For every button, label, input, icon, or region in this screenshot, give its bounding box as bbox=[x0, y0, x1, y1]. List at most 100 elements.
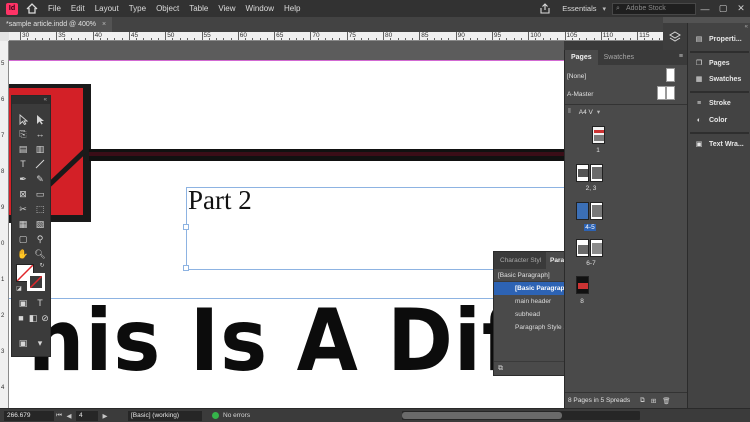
prev-page-icon[interactable]: ◀ bbox=[64, 412, 74, 420]
type-tool-icon[interactable]: T bbox=[16, 157, 30, 171]
formatting-container-icon[interactable]: ▣ bbox=[16, 296, 30, 310]
note-tool-icon[interactable]: ▢ bbox=[16, 232, 30, 246]
rectangle-tool-icon[interactable]: ▭ bbox=[33, 187, 47, 201]
content-collector-icon[interactable]: ▤ bbox=[16, 142, 30, 156]
swap-fill-stroke-icon[interactable]: ↻ bbox=[37, 261, 47, 269]
delete-page-icon[interactable]: 🗑︎ bbox=[662, 397, 670, 405]
dock-text-wrap[interactable]: ▣ Text Wra... bbox=[688, 136, 750, 152]
page-thumbnail-4[interactable] bbox=[576, 202, 589, 220]
tab-character-styles[interactable]: Character Styl bbox=[494, 257, 546, 264]
pencil-tool-icon[interactable]: ✎ bbox=[33, 172, 47, 186]
gap-tool-icon[interactable]: ↔ bbox=[33, 127, 47, 141]
dock-pages[interactable]: ❐ Pages bbox=[688, 55, 750, 71]
horizontal-ruler[interactable]: 30 35 40 45 50 55 60 65 70 75 80 85 90 95 100 105 110 115 bbox=[9, 32, 663, 41]
default-fill-stroke-icon[interactable]: ◪ bbox=[14, 284, 24, 292]
zoom-level-field[interactable]: 266.679 bbox=[4, 410, 54, 421]
formatting-text-icon[interactable]: T bbox=[33, 296, 47, 310]
vertical-ruler[interactable]: 5 6 7 8 9 0 1 2 3 4 bbox=[0, 41, 9, 408]
maximize-button[interactable]: ▢ bbox=[714, 0, 732, 17]
page-thumbnail-7[interactable] bbox=[590, 239, 603, 257]
close-window-button[interactable]: ✕ bbox=[732, 0, 750, 17]
dock-text-wrap-label: Text Wra... bbox=[709, 140, 744, 148]
dock-swatches[interactable]: ▦ Swatches bbox=[688, 71, 750, 87]
menu-file[interactable]: File bbox=[48, 4, 61, 13]
pages-panel-tabs: Pages Swatches bbox=[565, 50, 687, 65]
master-a-right-thumbnail[interactable] bbox=[666, 86, 675, 100]
document-tab[interactable]: *sample article.indd @ 400% × bbox=[0, 17, 113, 32]
screen-mode-icon[interactable]: ▣ bbox=[16, 336, 30, 350]
pen-tool-icon[interactable]: ✒ bbox=[16, 172, 30, 186]
first-page-icon[interactable]: ⏮ bbox=[54, 412, 64, 420]
horizontal-scrollbar[interactable] bbox=[402, 411, 640, 420]
free-transform-tool-icon[interactable]: ⬚ bbox=[33, 202, 47, 216]
hand-tool-icon[interactable]: ✋ bbox=[16, 247, 30, 261]
menu-layout[interactable]: Layout bbox=[95, 4, 119, 13]
home-icon[interactable] bbox=[24, 3, 40, 15]
master-none-row[interactable]: [None] bbox=[567, 67, 677, 85]
chevron-down-icon[interactable]: ▾ bbox=[602, 5, 606, 13]
master-a-left-thumbnail[interactable] bbox=[657, 86, 666, 100]
tab-paragraph-styles[interactable]: Para bbox=[546, 252, 565, 269]
dock-collapse[interactable]: « bbox=[688, 23, 750, 31]
panel-menu-icon[interactable]: ≡ bbox=[679, 53, 683, 60]
tools-panel-grip[interactable]: « bbox=[12, 96, 50, 104]
page-tool-icon[interactable]: ⎘ bbox=[16, 127, 30, 141]
chevron-down-icon[interactable]: ▾ bbox=[597, 108, 600, 116]
menu-edit[interactable]: Edit bbox=[71, 4, 85, 13]
apply-none-icon[interactable]: ⊘ bbox=[38, 311, 52, 325]
edit-page-size-icon[interactable]: ⧉ bbox=[640, 397, 645, 405]
menu-window[interactable]: Window bbox=[246, 4, 274, 13]
share-icon[interactable] bbox=[538, 3, 552, 15]
stroke-swatch[interactable] bbox=[27, 273, 45, 291]
menu-object[interactable]: Object bbox=[156, 4, 179, 13]
load-styles-icon[interactable]: ⧉ bbox=[498, 365, 503, 373]
page-thumbnail-5[interactable] bbox=[590, 202, 603, 220]
rectangle-frame-tool-icon[interactable]: ⊠ bbox=[16, 187, 30, 201]
zoom-tool-icon[interactable]: 🔍︎ bbox=[33, 247, 47, 261]
menu-view[interactable]: View bbox=[218, 4, 235, 13]
style-list-item[interactable]: Paragraph Style 1 bbox=[494, 321, 570, 334]
tab-pages[interactable]: Pages bbox=[565, 50, 598, 65]
ruler-origin[interactable] bbox=[0, 32, 9, 41]
menu-help[interactable]: Help bbox=[284, 4, 300, 13]
page-thumbnail-2[interactable] bbox=[576, 164, 589, 182]
line-tool-icon[interactable] bbox=[33, 157, 47, 171]
menu-table[interactable]: Table bbox=[189, 4, 208, 13]
scissors-tool-icon[interactable]: ✂ bbox=[16, 202, 30, 216]
direct-selection-tool-icon[interactable] bbox=[33, 112, 47, 126]
screen-mode-chevron-icon[interactable]: ▾ bbox=[33, 336, 47, 350]
style-list-item[interactable]: subhead bbox=[494, 308, 570, 321]
master-none-thumbnail[interactable] bbox=[666, 68, 675, 82]
subheading-text[interactable]: Part 2 bbox=[188, 185, 252, 216]
page-thumbnail-8[interactable] bbox=[576, 276, 589, 294]
eyedropper-tool-icon[interactable]: ⚲ bbox=[33, 232, 47, 246]
scrollbar-thumb[interactable] bbox=[402, 412, 562, 419]
page-size-row[interactable]: ⫴ A4 V ▾ bbox=[568, 108, 600, 116]
dock-stroke[interactable]: ≡ Stroke bbox=[688, 95, 750, 111]
dock-properties[interactable]: ▤ Properti... bbox=[688, 31, 750, 47]
page-thumbnail-1[interactable] bbox=[592, 126, 605, 144]
gradient-swatch-tool-icon[interactable]: ▦ bbox=[16, 217, 30, 231]
preflight-status-text[interactable]: No errors bbox=[223, 412, 250, 419]
minimize-button[interactable]: — bbox=[696, 0, 714, 17]
tab-swatches[interactable]: Swatches bbox=[598, 50, 640, 65]
new-page-icon[interactable]: ⊞ bbox=[651, 397, 656, 405]
frame-handle[interactable] bbox=[183, 224, 189, 230]
selection-tool-icon[interactable] bbox=[16, 112, 30, 126]
adobe-stock-search-input[interactable]: ⌕ Adobe Stock bbox=[612, 2, 696, 15]
menu-type[interactable]: Type bbox=[129, 4, 146, 13]
dock-toggle[interactable] bbox=[663, 23, 687, 50]
page-thumbnail-3[interactable] bbox=[590, 164, 603, 182]
page-thumbnail-6[interactable] bbox=[576, 239, 589, 257]
page-number-field[interactable]: 4 bbox=[76, 410, 98, 421]
workspace-switcher[interactable]: Essentials bbox=[562, 4, 596, 13]
dock-color[interactable]: ◐ Color bbox=[688, 112, 750, 128]
document-profile-field[interactable]: [Basic] (working) bbox=[128, 410, 202, 421]
frame-handle[interactable] bbox=[183, 265, 189, 271]
content-placer-icon[interactable]: ▥ bbox=[33, 142, 47, 156]
style-list-item[interactable]: main header bbox=[494, 295, 570, 308]
gradient-feather-tool-icon[interactable]: ▧ bbox=[33, 217, 47, 231]
style-list-item[interactable]: [Basic Paragraph bbox=[494, 282, 570, 295]
next-page-icon[interactable]: ▶ bbox=[100, 412, 110, 420]
close-tab-icon[interactable]: × bbox=[102, 21, 106, 28]
